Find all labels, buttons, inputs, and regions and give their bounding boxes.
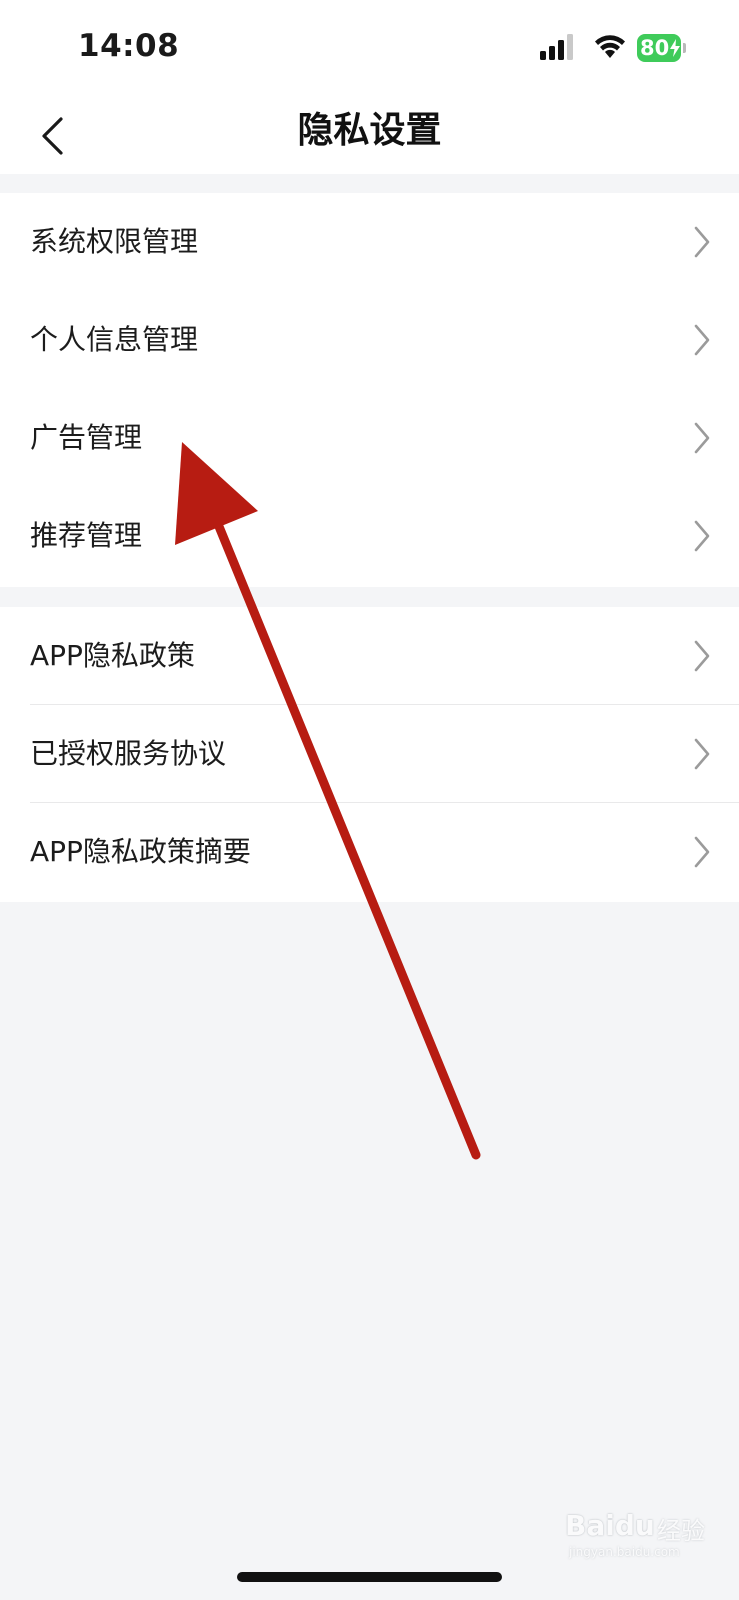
watermark-brand: 经验 (657, 1517, 705, 1545)
annotation-arrow (175, 442, 481, 1160)
watermark-logo: Baidu (565, 1509, 655, 1542)
watermark: Baidu 经验 jingyan.baidu.com (565, 1505, 715, 1565)
watermark-url: jingyan.baidu.com (569, 1545, 680, 1559)
home-indicator[interactable] (237, 1572, 502, 1582)
annotation-arrow-shaft (195, 475, 481, 1160)
